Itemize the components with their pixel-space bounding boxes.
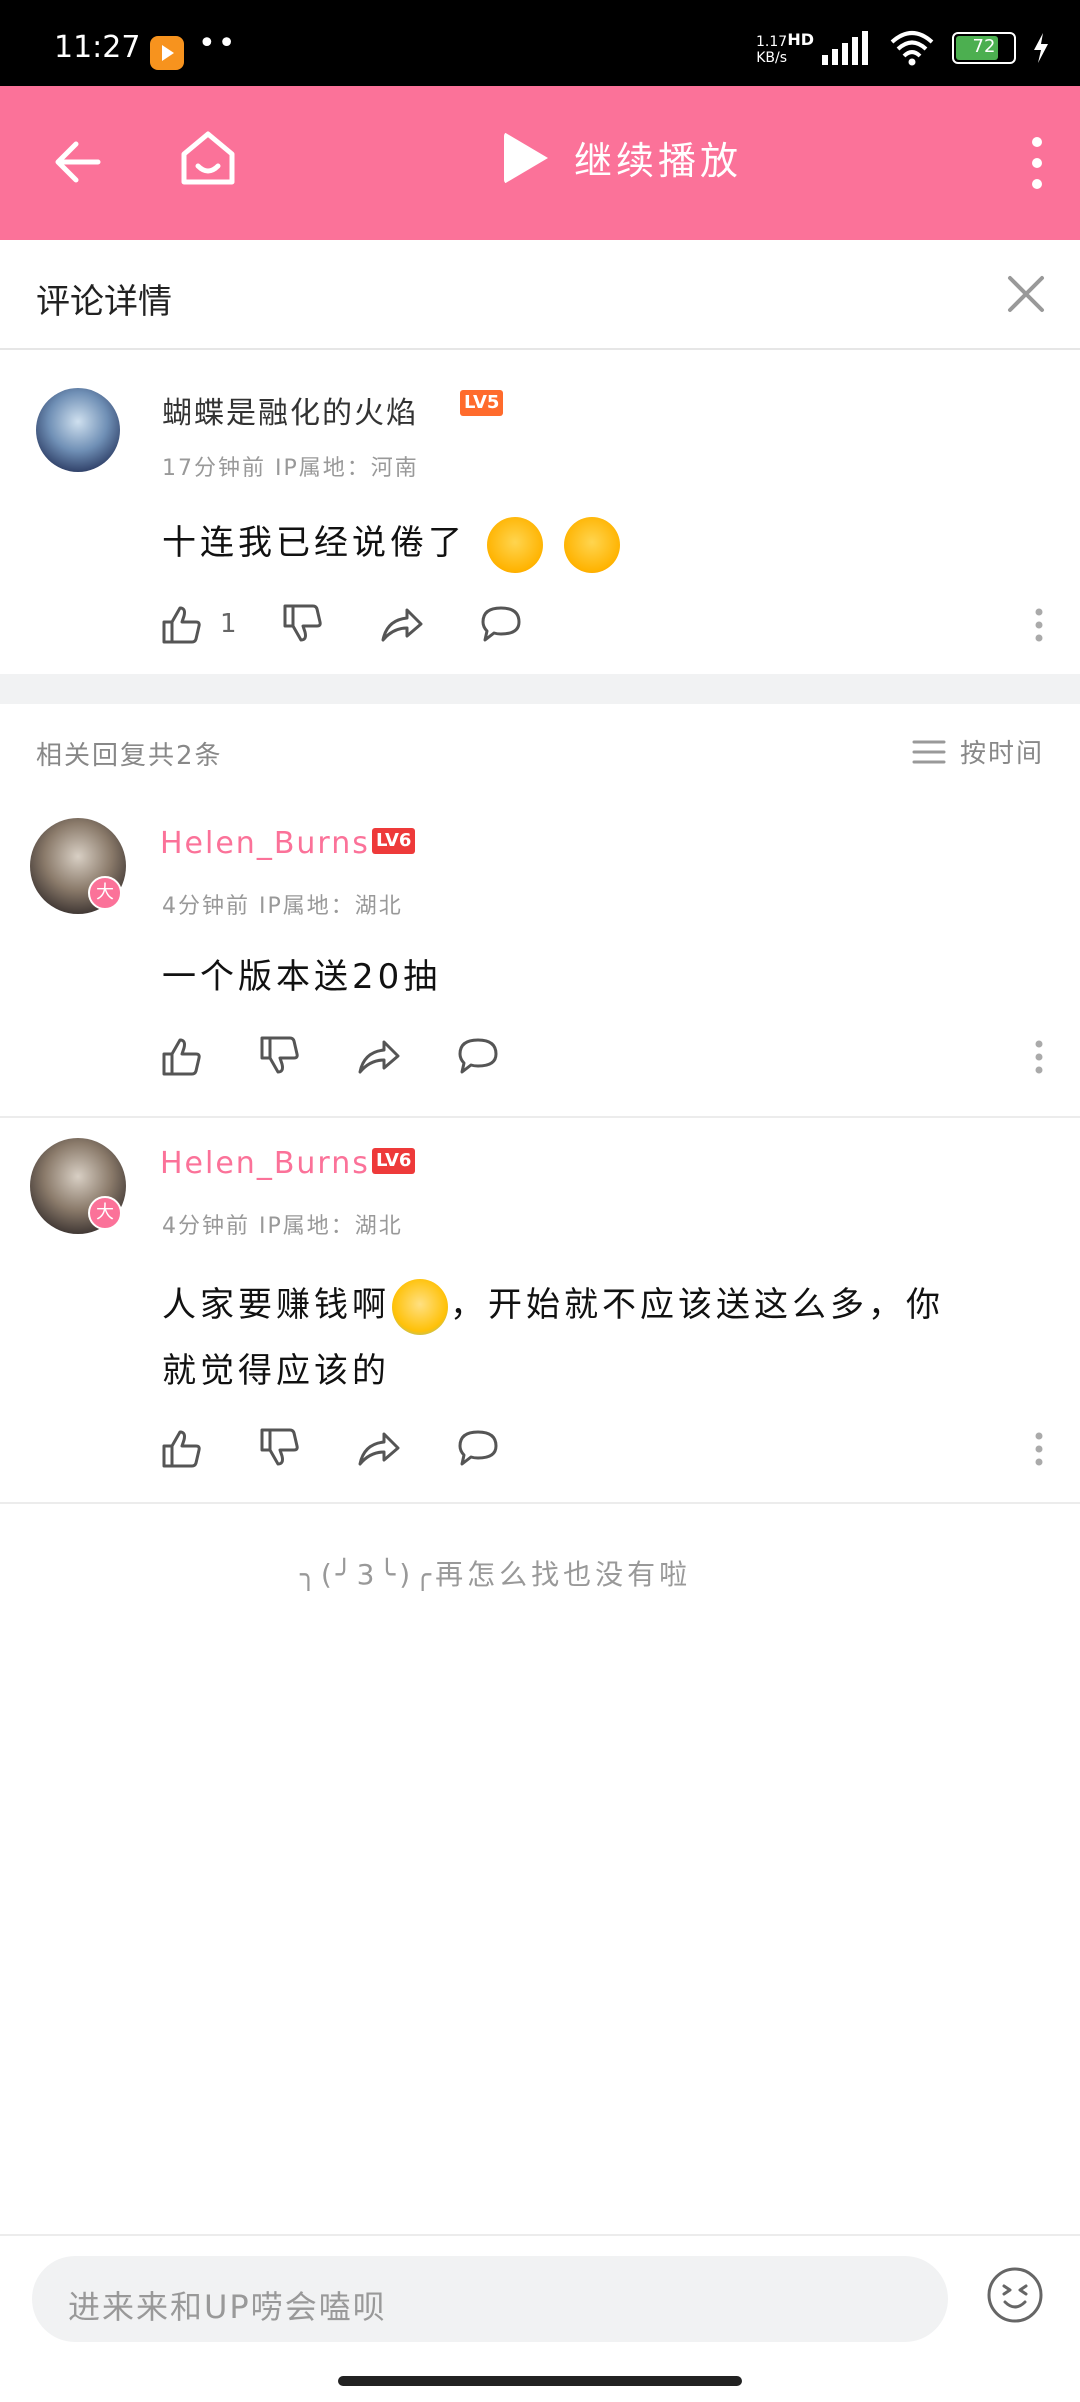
home-indicator[interactable] bbox=[338, 2376, 742, 2386]
comment-input-placeholder: 进来来和UP唠会嗑呗 bbox=[68, 2288, 387, 2326]
starry-eyes-emoji-icon bbox=[563, 516, 620, 573]
level-badge: LV6 bbox=[372, 828, 416, 854]
comment-input-bar: 进来来和UP唠会嗑呗 bbox=[0, 2234, 1080, 2402]
status-bar: 11:27 •• 1.17 KB/s HD 72 bbox=[0, 0, 1080, 86]
share-icon[interactable] bbox=[379, 602, 423, 646]
signal-icon bbox=[822, 31, 868, 65]
avatar[interactable] bbox=[36, 388, 120, 472]
comment-username[interactable]: 蝴蝶是融化的火焰 bbox=[162, 388, 418, 432]
thumbs-down-icon[interactable] bbox=[258, 1034, 302, 1078]
reply-text: 人家要赚钱啊 ，开始就不应该送这么多，你 就觉得应该的 bbox=[162, 1272, 1042, 1404]
comment-input[interactable]: 进来来和UP唠会嗑呗 bbox=[32, 2256, 948, 2342]
end-of-list-note: ╮(╯3╰)╭再怎么找也没有啦 bbox=[300, 1558, 692, 1591]
reply-count-label: 相关回复共2条 bbox=[36, 741, 223, 771]
thumbs-up-icon[interactable] bbox=[160, 602, 204, 646]
reply-more-icon[interactable] bbox=[1034, 1040, 1044, 1074]
status-dots: •• bbox=[198, 26, 238, 61]
starry-eyes-emoji-icon bbox=[486, 516, 543, 573]
comment-more-icon[interactable] bbox=[1034, 608, 1044, 642]
page-title: 评论详情 bbox=[36, 282, 172, 322]
thumbs-up-icon[interactable] bbox=[160, 1034, 204, 1078]
reply-text-line2: 就觉得应该的 bbox=[162, 1351, 390, 1391]
network-type-label: HD bbox=[787, 29, 814, 49]
status-icons: HD 72 bbox=[787, 30, 1050, 66]
comment-text-body: 十连我已经说倦了 bbox=[162, 523, 466, 563]
reply-meta: 4分钟前 IP属地：湖北 bbox=[162, 894, 403, 919]
net-speed: 1.17 KB/s bbox=[756, 34, 787, 66]
close-icon[interactable] bbox=[1002, 270, 1050, 318]
comment-meta: 17分钟前 IP属地：河南 bbox=[162, 456, 419, 481]
thumbs-down-icon[interactable] bbox=[281, 602, 325, 646]
reply-divider bbox=[0, 1116, 1080, 1118]
wifi-icon bbox=[890, 31, 934, 66]
reply-text-part2: ，开始就不应该送这么多，你 bbox=[450, 1285, 944, 1325]
charging-icon bbox=[1034, 33, 1048, 63]
net-speed-unit: KB/s bbox=[756, 50, 787, 66]
sort-label: 按时间 bbox=[959, 739, 1044, 769]
section-separator bbox=[0, 674, 1080, 704]
back-arrow-icon[interactable] bbox=[48, 132, 108, 192]
share-icon[interactable] bbox=[356, 1426, 400, 1470]
reply-text: 一个版本送20抽 bbox=[162, 957, 442, 997]
sort-by-time-button[interactable]: 按时间 bbox=[912, 733, 1044, 770]
level-badge: LV5 bbox=[460, 390, 504, 416]
reply-username[interactable]: Helen_Burns bbox=[160, 826, 370, 861]
continue-playing-label: 继续播放 bbox=[574, 139, 743, 183]
net-speed-value: 1.17 bbox=[756, 34, 788, 50]
reply-divider bbox=[0, 1502, 1080, 1504]
app-notification-icon bbox=[150, 36, 184, 70]
thumbs-up-icon[interactable] bbox=[160, 1426, 204, 1470]
home-icon[interactable] bbox=[176, 126, 240, 190]
status-time: 11:27 bbox=[54, 30, 141, 65]
comment-text: 十连我已经说倦了 bbox=[162, 510, 620, 576]
battery-level: 72 bbox=[972, 36, 996, 57]
reply-username[interactable]: Helen_Burns bbox=[160, 1146, 370, 1181]
continue-playing-button[interactable]: 继续播放 bbox=[504, 130, 742, 185]
level-badge: LV6 bbox=[372, 1148, 416, 1174]
play-icon bbox=[504, 131, 548, 184]
reply-text-part1: 人家要赚钱啊 bbox=[162, 1285, 390, 1325]
reply-bubble-icon[interactable] bbox=[456, 1426, 500, 1470]
reply-meta: 4分钟前 IP属地：湖北 bbox=[162, 1214, 403, 1239]
emoji-picker-icon[interactable] bbox=[986, 2266, 1044, 2324]
list-icon bbox=[912, 740, 946, 763]
more-options-icon[interactable] bbox=[1030, 136, 1044, 190]
thumbs-down-icon[interactable] bbox=[258, 1426, 302, 1470]
crying-laughing-emoji-icon bbox=[392, 1278, 448, 1335]
vip-badge: 大 bbox=[88, 1196, 122, 1230]
comment-detail-header: 评论详情 bbox=[0, 240, 1080, 350]
battery-icon: 72 bbox=[952, 32, 1016, 64]
reply-actions bbox=[160, 1034, 500, 1078]
reply-actions bbox=[160, 1426, 500, 1470]
share-icon[interactable] bbox=[356, 1034, 400, 1078]
top-app-bar: 继续播放 bbox=[0, 86, 1080, 240]
reply-more-icon[interactable] bbox=[1034, 1432, 1044, 1466]
comment-actions: 1 bbox=[160, 602, 523, 646]
reply-bubble-icon[interactable] bbox=[456, 1034, 500, 1078]
reply-bubble-icon[interactable] bbox=[479, 602, 523, 646]
like-count: 1 bbox=[220, 609, 237, 639]
vip-badge: 大 bbox=[88, 876, 122, 910]
